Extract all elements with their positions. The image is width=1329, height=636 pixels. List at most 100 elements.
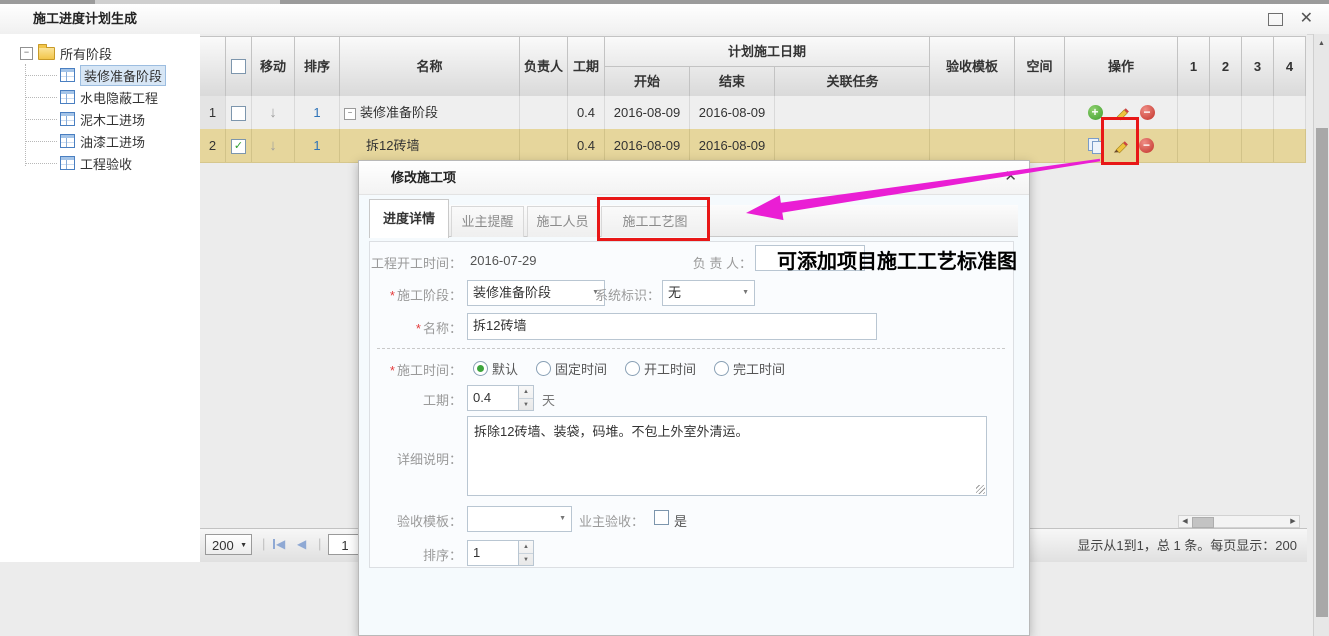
header-sort[interactable]: 排序 [295,37,340,97]
table-icon [60,156,75,170]
scroll-right-icon[interactable]: ▶ [1287,516,1299,527]
accept-template-label: 验收模板： [370,511,462,530]
spin-up-icon[interactable]: ▲ [519,541,533,554]
sort-link[interactable]: 1 [313,105,320,120]
sort-link[interactable]: 1 [313,138,320,153]
stage-select[interactable]: 装修准备阶段▼ [467,280,605,306]
collapse-icon[interactable]: − [344,108,356,120]
header-day-4[interactable]: 4 [1274,37,1306,97]
dialog-close-icon[interactable]: ✕ [1004,167,1017,185]
tree-item-label[interactable]: 水电隐蔽工程 [80,88,158,107]
header-day-2[interactable]: 2 [1210,37,1242,97]
tree-item-label[interactable]: 装修准备阶段 [80,65,166,86]
radio-icon[interactable] [536,361,551,376]
select-all-checkbox[interactable] [231,59,246,74]
duration-unit: 天 [542,390,555,409]
spin-down-icon[interactable]: ▼ [519,399,533,411]
horizontal-scrollbar[interactable]: ◀ ▶ [1178,515,1300,528]
radio-icon[interactable] [714,361,729,376]
scroll-left-icon[interactable]: ◀ [1179,516,1191,527]
tree-connector [25,75,57,76]
first-page-button[interactable]: ◀ [273,535,285,553]
row-select-cell[interactable] [226,96,252,129]
collapse-expander-icon[interactable]: − [20,47,33,60]
header-select-all[interactable] [226,37,252,97]
horizontal-scroll-thumb[interactable] [1192,517,1214,528]
edit-icon[interactable] [1113,104,1130,121]
tab-process-drawing[interactable]: 施工工艺图 [601,206,709,237]
duration-value[interactable]: 0.4 [467,385,519,411]
tree-item-carpentry[interactable]: 泥木工进场 [60,108,200,130]
sidebar: − 所有阶段 装修准备阶段 水电隐蔽工程 泥木工进场 油漆工进场 [0,34,201,562]
radio-option-default[interactable]: 默认 [473,359,518,378]
detail-textarea[interactable]: 拆除12砖墙、装袋，码堆。不包上外室外清运。 [467,416,987,496]
header-accept-template[interactable]: 验收模板 [930,37,1015,97]
duration-spinner[interactable]: 0.4 ▲▼ [467,385,534,411]
radio-option-fixed[interactable]: 固定时间 [536,359,607,378]
resize-handle[interactable] [976,485,985,494]
sort-cell[interactable]: 1 [295,96,340,129]
page-size-select[interactable]: 200 ▼ [205,534,252,555]
row-checkbox-checked[interactable]: ✓ [231,139,246,154]
tree-root-all-stages[interactable]: − 所有阶段 [20,42,200,64]
header-space[interactable]: 空间 [1015,37,1065,97]
prev-page-button[interactable]: ◀ [297,535,306,553]
tree-item-label[interactable]: 工程验收 [80,154,132,173]
tree-item-stage-prepare[interactable]: 装修准备阶段 [60,64,200,86]
tree-item-label[interactable]: 油漆工进场 [80,132,145,151]
row-checkbox[interactable] [231,106,246,121]
header-operation[interactable]: 操作 [1065,37,1178,97]
header-day-3[interactable]: 3 [1242,37,1274,97]
header-end[interactable]: 结束 [690,67,775,97]
radio-option-finish[interactable]: 完工时间 [714,359,785,378]
copy-icon[interactable] [1088,138,1102,153]
tree-item-painting[interactable]: 油漆工进场 [60,130,200,152]
system-flag-select[interactable]: 无▼ [662,280,755,306]
tree-item-hydro-electric[interactable]: 水电隐蔽工程 [60,86,200,108]
required-mark: * [390,363,395,378]
order-value[interactable]: 1 [467,540,519,566]
owner-cell [520,129,568,162]
order-spinner[interactable]: 1 ▲▼ [467,540,534,566]
header-related-task[interactable]: 关联任务 [775,67,930,97]
header-name[interactable]: 名称 [340,37,520,97]
owner-accept-checkbox[interactable] [654,510,669,525]
page-number-input[interactable]: 1 [328,534,362,555]
page-size-value: 200 [212,538,234,553]
accept-template-select[interactable]: ▼ [467,506,572,532]
close-icon[interactable]: ✕ [1300,8,1313,30]
scroll-up-icon[interactable]: ▲ [1314,40,1329,47]
delete-icon[interactable]: − [1140,105,1155,120]
header-day-1[interactable]: 1 [1178,37,1210,97]
vertical-scrollbar[interactable]: ▲ [1313,34,1329,636]
vertical-scroll-thumb[interactable] [1316,128,1328,617]
row-select-cell[interactable]: ✓ [226,129,252,162]
header-move[interactable]: 移动 [252,37,295,97]
header-owner[interactable]: 负责人 [520,37,568,97]
radio-icon-selected[interactable] [473,361,488,376]
tree-item-acceptance[interactable]: 工程验收 [60,152,200,174]
radio-option-start[interactable]: 开工时间 [625,359,696,378]
header-duration[interactable]: 工期 [568,37,605,97]
table-row: 1 ↓ 1 −装修准备阶段 0.4 2016-08-09 2016-08-09 … [200,96,1306,130]
maximize-icon[interactable] [1268,13,1283,26]
tree-item-label[interactable]: 泥木工进场 [80,110,145,129]
tab-workers[interactable]: 施工人员 [527,206,598,237]
tab-owner-reminder[interactable]: 业主提醒 [451,206,524,237]
tab-progress-detail[interactable]: 进度详情 [369,199,449,238]
caret-down-icon: ▼ [559,507,566,531]
tree-root-label[interactable]: 所有阶段 [60,44,112,63]
header-start[interactable]: 开始 [605,67,690,97]
add-icon[interactable]: + [1088,105,1103,120]
edit-icon[interactable] [1112,137,1129,154]
move-cell[interactable]: ↓ [252,129,295,162]
spin-up-icon[interactable]: ▲ [519,386,533,399]
spin-down-icon[interactable]: ▼ [519,554,533,566]
move-down-icon[interactable]: ↓ [269,104,277,121]
move-down-icon[interactable]: ↓ [269,137,277,154]
move-cell[interactable]: ↓ [252,96,295,129]
sort-cell[interactable]: 1 [295,129,340,162]
delete-icon[interactable]: − [1139,138,1154,153]
radio-icon[interactable] [625,361,640,376]
name-input[interactable]: 拆12砖墙 [467,313,877,340]
